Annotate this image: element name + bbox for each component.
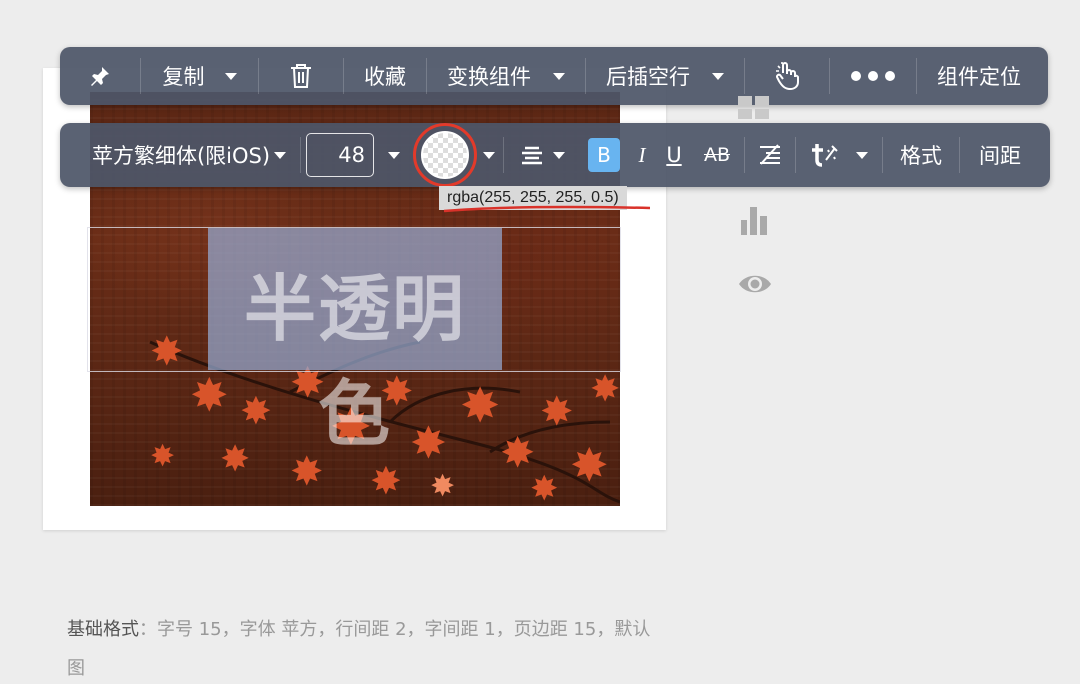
footer-text: ：字号 15，字体 苹方，行间距 2，字间距 1，页边距 15，默认图 (67, 619, 651, 679)
insert-after-label: 后插空行 (606, 65, 690, 89)
footer-label: 基础格式 (67, 619, 139, 640)
chevron-down-icon[interactable] (553, 72, 565, 80)
pin-icon (91, 67, 109, 86)
clear-format-icon (760, 144, 780, 165)
font-size-input[interactable]: 48 (306, 133, 374, 177)
chevron-down-icon (274, 151, 287, 159)
chevron-down-icon[interactable] (553, 151, 565, 159)
chevron-down-icon[interactable] (388, 151, 400, 159)
chevron-down-icon[interactable] (856, 151, 868, 159)
basic-format-description: 基础格式：字号 15，字体 苹方，行间距 2，字间距 1，页边距 15，默认图 (67, 610, 657, 684)
format-button[interactable]: 格式 (883, 123, 959, 187)
font-size-control[interactable]: 48 (301, 123, 413, 187)
canvas-text[interactable]: 半透明色 (208, 250, 502, 460)
copy-button[interactable]: 复制 (141, 47, 258, 105)
insert-blank-line-button[interactable]: 后插空行 (586, 47, 744, 105)
component-toolbar: 复制 收藏 变换组件 后插空行 组件定位 (60, 47, 1048, 105)
delete-button[interactable] (259, 47, 343, 105)
underline-button[interactable]: U (658, 123, 690, 187)
spacing-button[interactable]: 间距 (960, 123, 1040, 187)
text-color-picker[interactable] (413, 123, 503, 187)
color-swatch[interactable] (421, 131, 469, 179)
strikethrough-button[interactable]: AB (690, 123, 744, 187)
bold-button[interactable]: B (582, 123, 626, 187)
bar-chart-icon[interactable] (738, 204, 770, 236)
font-family-select[interactable]: 苹方繁细体(限iOS) (78, 123, 300, 187)
more-button[interactable] (830, 47, 916, 105)
text-effect-icon (812, 144, 838, 167)
align-center-icon (522, 146, 542, 165)
text-effect-control[interactable] (796, 123, 882, 187)
pin-button[interactable] (60, 47, 140, 105)
align-control[interactable] (504, 123, 582, 187)
text-format-toolbar: 苹方繁细体(限iOS) 48 B I U AB 格式 间距 (60, 123, 1050, 187)
more-dots-icon (851, 71, 895, 81)
hand-pointer-icon (776, 62, 799, 91)
chevron-down-icon[interactable] (712, 72, 724, 80)
bold-label: B (588, 138, 620, 172)
chevron-down-icon[interactable] (224, 72, 237, 80)
transform-component-button[interactable]: 变换组件 (427, 47, 585, 105)
trash-icon (291, 64, 311, 88)
chevron-down-icon[interactable] (483, 151, 495, 159)
red-underline-annotation (443, 205, 651, 213)
clear-format-button[interactable] (745, 123, 795, 187)
layout-icon[interactable] (738, 96, 770, 120)
favorite-button[interactable]: 收藏 (344, 47, 426, 105)
eye-icon[interactable] (738, 270, 772, 298)
locate-component-button[interactable]: 组件定位 (917, 47, 1041, 105)
italic-button[interactable]: I (626, 123, 658, 187)
transform-label: 变换组件 (447, 65, 531, 89)
copy-label: 复制 (162, 65, 205, 89)
color-swatch-highlight (413, 123, 477, 187)
font-family-value: 苹方繁细体(限iOS) (91, 144, 271, 168)
